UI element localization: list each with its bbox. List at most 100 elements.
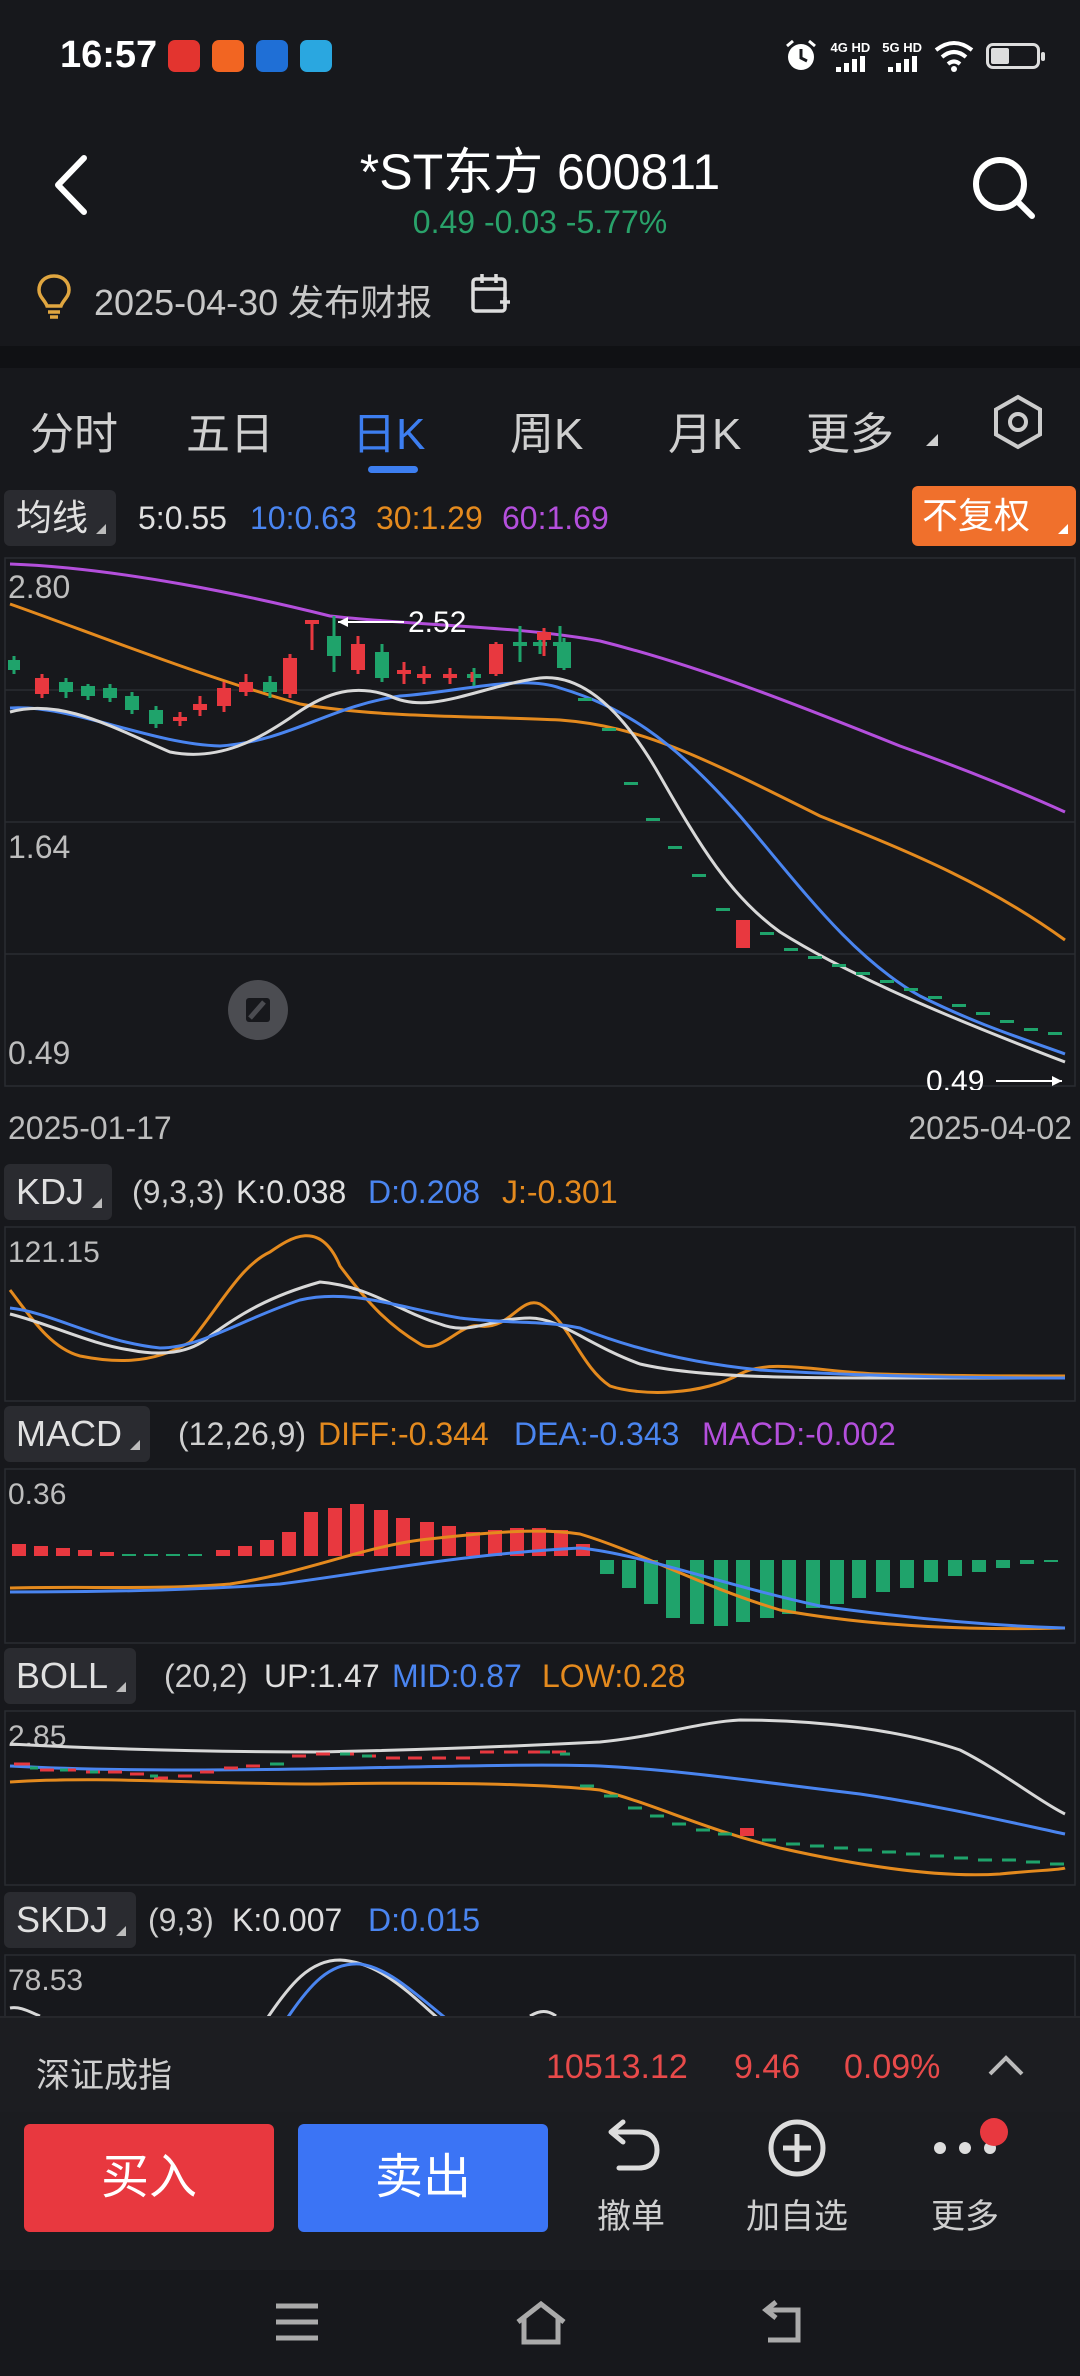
signal-5g: 5G HD (882, 41, 922, 72)
low-price-label: 0.49 (926, 1065, 984, 1090)
lightbulb-icon (37, 274, 71, 319)
skdj-selector-button[interactable]: SKDJ (4, 1892, 137, 1948)
back-nav-icon[interactable] (754, 2300, 806, 2346)
tab-daily-k[interactable]: 日K (352, 398, 425, 462)
period-tabs: 分时 五日 日K 周K 月K 更多 (0, 368, 1080, 480)
tab-five-day[interactable]: 五日 (186, 398, 274, 462)
kdj-k-value: K:0.038 (236, 1174, 347, 1210)
telegram-icon (300, 40, 332, 72)
tab-more-arrow-icon (926, 434, 938, 446)
menu-icon[interactable] (272, 2300, 322, 2344)
report-notice-text: 2025-04-30 发布财报 (94, 282, 433, 323)
chart-end-date: 2025-04-02 (908, 1110, 1072, 1146)
macd-histogram (12, 1504, 1058, 1626)
ma30-value: 30:1.29 (376, 500, 483, 536)
signal-5g-label: 5G HD (882, 39, 922, 55)
sell-button[interactable]: 卖出 (298, 2124, 548, 2232)
kdj-selector-button[interactable]: KDJ (4, 1164, 113, 1220)
skdj-chart[interactable]: 78.53 (0, 1954, 1080, 2016)
active-tab-indicator (368, 466, 418, 473)
adjustment-button[interactable]: 不复权 (912, 486, 1076, 546)
stock-quote: 0.49 -0.03 -5.77% (412, 204, 668, 240)
boll-up-line (9, 1718, 1066, 1816)
ma60-line (9, 562, 1066, 814)
index-change-pct: 0.09% (844, 2048, 941, 2086)
price-axis-mid: 1.64 (8, 829, 70, 865)
macd-value: MACD:-0.002 (702, 1416, 896, 1452)
ma10-value: 10:0.63 (250, 500, 357, 536)
skdj-k-value: K:0.007 (232, 1902, 343, 1938)
kdj-chart[interactable]: 121.15 (0, 1226, 1080, 1402)
tab-monthly-k[interactable]: 月K (668, 398, 741, 462)
chevron-up-icon[interactable] (986, 2052, 1026, 2078)
notification-app-icon (168, 40, 200, 72)
home-icon[interactable] (512, 2300, 570, 2346)
report-notice-row[interactable]: 2025-04-30 发布财报 (0, 250, 1080, 340)
trade-action-bar: 买入 卖出 撤单 加自选 更多 (0, 2112, 1080, 2270)
add-circle-icon (768, 2119, 826, 2177)
boll-legend-bar: BOLL (20,2) UP:1.47 MID:0.87 LOW:0.28 (0, 1642, 1080, 1712)
more-label: 更多 (931, 2198, 999, 2236)
cancel-order-label: 撤单 (597, 2198, 665, 2236)
ma5-line (9, 676, 1066, 1064)
index-value: 10513.12 (546, 2048, 688, 2086)
market-index-strip[interactable]: 深证成指 10513.12 9.46 0.09% (0, 2016, 1080, 2112)
price-candlestick-chart[interactable]: 2.80 1.64 0.49 2.52 0.49 (0, 556, 1080, 1090)
macd-params: (12,26,9) (178, 1416, 307, 1452)
signal-4g-label: 4G HD (830, 39, 871, 55)
skdj-params: (9,3) (148, 1902, 214, 1938)
high-price-label: 2.52 (408, 606, 466, 639)
ma60-value: 60:1.69 (502, 500, 609, 536)
stock-title: *ST东方 600811 (359, 144, 721, 200)
index-name: 深证成指 (36, 2057, 172, 2095)
index-change: 9.46 (734, 2048, 801, 2086)
tab-intraday[interactable]: 分时 (30, 398, 118, 462)
kdj-d-value: D:0.208 (368, 1174, 481, 1210)
tab-more[interactable]: 更多 (806, 398, 894, 462)
macd-legend-bar: MACD (12,26,9) DIFF:-0.344 DEA:-0.343 MA… (0, 1400, 1080, 1470)
undo-icon (608, 2119, 660, 2171)
notification-badge (980, 2118, 1008, 2146)
status-time: 16:57 (60, 34, 158, 76)
macd-selector-button[interactable]: MACD (4, 1406, 150, 1462)
skdj-k-line-fragment (9, 2006, 557, 2016)
notification-app-icon (256, 40, 288, 72)
ma30-line (9, 602, 1066, 942)
kdj-legend-bar: KDJ (9,3,3) K:0.038 D:0.208 J:-0.301 (0, 1158, 1080, 1228)
kdj-axis-top: 121.15 (8, 1236, 100, 1269)
boll-chart[interactable]: 2.85 (0, 1710, 1080, 1886)
skdj-d-line (286, 1962, 446, 2016)
kdj-d-line (9, 1294, 1066, 1380)
kdj-params: (9,3,3) (132, 1174, 225, 1210)
chart-expand-icon[interactable] (228, 980, 288, 1040)
more-button[interactable]: 更多 (900, 2118, 1030, 2238)
macd-chart[interactable]: 0.36 (0, 1468, 1080, 1644)
boll-low-value: LOW:0.28 (542, 1658, 686, 1694)
macd-dea-value: DEA:-0.343 (514, 1416, 680, 1452)
buy-button[interactable]: 买入 (24, 2124, 274, 2232)
kdj-j-value: J:-0.301 (502, 1174, 618, 1210)
boll-axis-top: 2.85 (8, 1720, 66, 1753)
boll-selector-button[interactable]: BOLL (4, 1648, 137, 1704)
macd-diff-value: DIFF:-0.344 (318, 1416, 489, 1452)
macd-axis-top: 0.36 (8, 1478, 66, 1511)
ma-selector-button[interactable]: 均线 (4, 490, 117, 546)
cancel-order-button[interactable]: 撤单 (566, 2118, 696, 2238)
ma5-value: 5:0.55 (138, 500, 227, 536)
price-axis-bottom: 0.49 (8, 1035, 70, 1071)
add-watchlist-button[interactable]: 加自选 (732, 2118, 862, 2238)
ma-legend-bar: 均线 5:0.55 10:0.63 30:1.29 60:1.69 不复权 (0, 482, 1080, 554)
calendar-icon[interactable] (470, 272, 512, 316)
settings-icon[interactable] (988, 392, 1048, 452)
boll-mid-line (9, 1763, 1066, 1836)
status-bar: 16:57 4G HD 5G HD (0, 0, 1080, 112)
status-app-icons (168, 40, 332, 72)
search-icon[interactable] (968, 152, 1040, 224)
kdj-k-line (9, 1280, 1065, 1380)
add-watchlist-label: 加自选 (746, 2198, 848, 2236)
boll-up-value: UP:1.47 (264, 1658, 380, 1694)
tab-weekly-k[interactable]: 周K (510, 398, 583, 462)
boll-low-line (9, 1778, 1066, 1877)
battery-icon (986, 43, 1045, 69)
boll-params: (20,2) (164, 1658, 248, 1694)
